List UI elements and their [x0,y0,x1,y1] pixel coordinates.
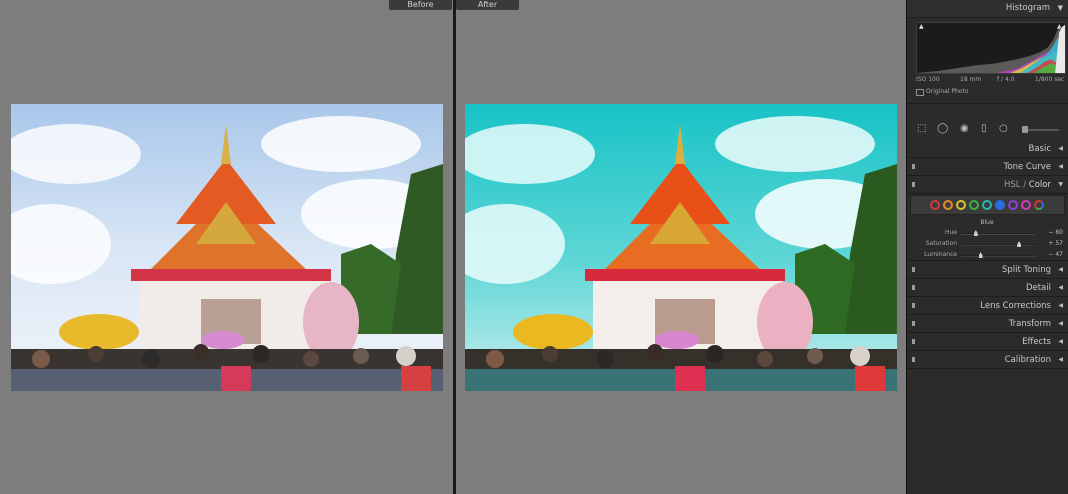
expand-triangle-icon: ◀ [1058,145,1063,152]
section-calibration[interactable]: Calibration ◀ [907,351,1068,369]
saturation-value[interactable]: + 57 [1048,240,1063,247]
before-label: Before [389,0,452,10]
collapse-triangle-icon: ▼ [1057,4,1063,12]
hue-slider-track[interactable] [961,233,1035,235]
after-photo-image [465,104,897,391]
section-split-toning-label: Split Toning [1001,265,1051,275]
spot-removal-icon[interactable]: ◯ [937,123,948,135]
panel-switch-icon[interactable] [912,164,915,169]
histogram-curves [917,24,1065,73]
expand-triangle-icon: ◀ [1058,284,1063,291]
section-transform-label: Transform [1008,319,1051,329]
original-photo-label: Original Photo [916,88,969,96]
expand-triangle-icon: ◀ [1058,302,1063,309]
tab-color[interactable]: Color [1029,180,1051,190]
hue-label: Hue [944,229,957,236]
panel-switch-icon[interactable] [912,357,915,362]
histogram-header[interactable]: Histogram ▼ [907,0,1068,18]
section-effects[interactable]: Effects ◀ [907,333,1068,351]
color-swatch-row [910,195,1065,215]
section-tone-curve[interactable]: Tone Curve ◀ [907,158,1068,176]
brush-slider-knob[interactable] [1022,126,1028,133]
section-lens-corrections-label: Lens Corrections [980,301,1051,311]
graduated-filter-icon[interactable]: ▯ [981,123,987,135]
color-swatch-aqua[interactable] [982,200,992,210]
tab-hsl[interactable]: HSL [1004,180,1021,190]
aperture-readout: f / 4.0 [997,76,1015,83]
hue-slider-row: Hue − 60 [907,228,1067,238]
color-swatch-blue[interactable] [995,200,1005,210]
iso-readout: ISO 100 [916,76,940,83]
luminance-slider-track[interactable] [961,255,1035,257]
hue-value[interactable]: − 60 [1048,229,1063,236]
panel-switch-icon[interactable] [912,182,915,187]
panel-switch-icon[interactable] [912,267,915,272]
brush-slider-track[interactable] [1023,129,1059,131]
expand-triangle-icon: ◀ [1058,163,1063,170]
panel-switch-icon[interactable] [912,285,915,290]
section-calibration-label: Calibration [1004,355,1051,365]
section-lens-corrections[interactable]: Lens Corrections ◀ [907,297,1068,315]
section-transform[interactable]: Transform ◀ [907,315,1068,333]
color-swatch-purple[interactable] [1008,200,1018,210]
luminance-slider-knob[interactable] [978,252,983,258]
radial-filter-icon[interactable]: ○ [999,123,1008,135]
expand-triangle-icon: ◀ [1058,266,1063,273]
color-swatch-green[interactable] [969,200,979,210]
luminance-value[interactable]: − 47 [1048,251,1063,258]
after-photo[interactable] [465,104,897,391]
panel-switch-icon[interactable] [912,321,915,326]
before-photo-image [11,104,443,391]
color-swatch-red[interactable] [930,200,940,210]
before-pane: Before [0,0,453,494]
luminance-label: Luminance [924,251,957,258]
hue-slider-knob[interactable] [973,230,978,236]
color-swatch-orange[interactable] [943,200,953,210]
hsl-slider-group: Blue Hue − 60 Saturation + 57 Luminance … [907,215,1068,261]
section-split-toning[interactable]: Split Toning ◀ [907,261,1068,279]
active-color-name: Blue [980,219,994,226]
section-tone-curve-label: Tone Curve [1003,162,1051,172]
collapse-triangle-icon: ▼ [1058,181,1063,188]
shutter-readout: 1/800 sec [1035,76,1065,83]
section-detail-label: Detail [1025,283,1051,293]
saturation-slider-knob[interactable] [1017,241,1022,247]
section-basic-label: Basic [1028,144,1051,154]
lightroom-develop-window: Before After Histogram ▼ ▲ ▲ ISO 100 18 … [0,0,1068,494]
expand-triangle-icon: ◀ [1058,320,1063,327]
after-label: After [456,0,519,10]
section-hsl-color[interactable]: HSL / Color ▼ [907,176,1068,194]
focal-length-readout: 18 mm [960,76,982,83]
section-effects-label: Effects [1022,337,1051,347]
color-swatch-yellow[interactable] [956,200,966,210]
saturation-slider-row: Saturation + 57 [907,239,1067,249]
expand-triangle-icon: ◀ [1058,338,1063,345]
red-eye-icon[interactable]: ◉ [960,123,969,135]
panel-switch-icon[interactable] [912,303,915,308]
histogram-title: Histogram [1005,3,1050,13]
section-basic[interactable]: Basic ◀ [907,140,1068,158]
color-swatch-magenta[interactable] [1021,200,1031,210]
hsl-separator: / [1023,180,1027,190]
all-colors-icon[interactable] [1034,200,1044,210]
luminance-slider-row: Luminance − 47 [907,250,1067,260]
saturation-label: Saturation [925,240,957,247]
histogram-panel: ▲ ▲ ISO 100 18 mm f / 4.0 1/800 sec Orig… [907,18,1068,104]
after-pane: After [456,0,906,494]
histogram-graph[interactable]: ▲ ▲ [916,22,1066,74]
panel-switch-icon[interactable] [912,339,915,344]
develop-right-panel: Histogram ▼ ▲ ▲ ISO 100 18 mm f / 4.0 1/… [906,0,1068,494]
saturation-slider-track[interactable] [961,244,1035,246]
section-detail[interactable]: Detail ◀ [907,279,1068,297]
expand-triangle-icon: ◀ [1058,356,1063,363]
before-photo[interactable] [11,104,443,391]
tool-strip: ⬚ ◯ ◉ ▯ ○ [907,120,1068,140]
crop-overlay-icon[interactable]: ⬚ [917,123,926,135]
